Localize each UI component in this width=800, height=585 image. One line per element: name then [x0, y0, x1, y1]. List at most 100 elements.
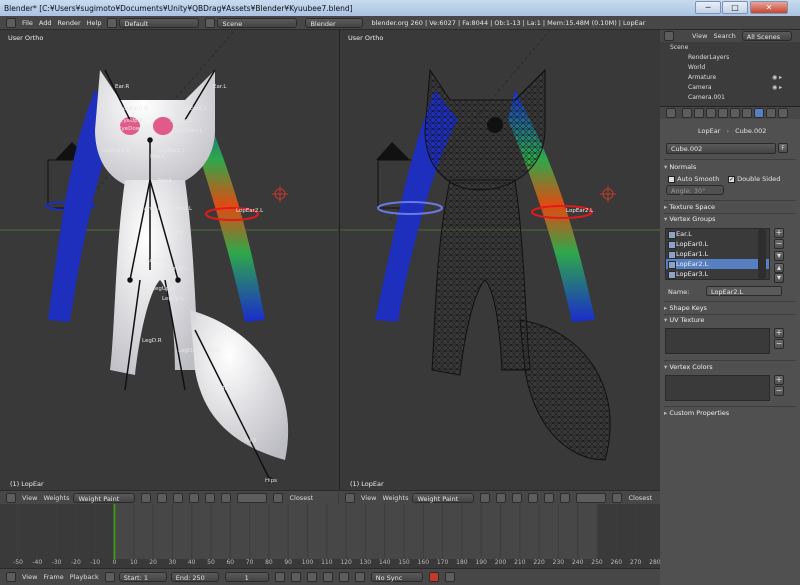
outliner[interactable]: View Search All Scenes Scene RenderLayer…	[660, 30, 800, 107]
object-tab-icon[interactable]	[718, 108, 728, 118]
vertex-group-list[interactable]: Ear.L LopEar0.L LopEar1.L LopEar2.L LopE…	[665, 228, 770, 280]
record-icon[interactable]	[428, 572, 439, 582]
panel-uv-texture-header[interactable]: UV Texture	[664, 316, 704, 324]
panel-texture-space-header[interactable]: Texture Space	[664, 203, 715, 211]
fake-user-button[interactable]: F	[778, 143, 788, 153]
scale-icon[interactable]	[560, 492, 571, 503]
remove-uv-texture-button[interactable]: −	[774, 339, 784, 349]
jump-start-icon[interactable]	[274, 572, 285, 582]
outliner-item-camera001[interactable]: Camera.001	[688, 94, 725, 101]
vertex-colors-list[interactable]	[665, 375, 770, 401]
viewport-left[interactable]: Ear.R Ear.L LopEar0.R LopEar0.L EyeUp.R EyeUp…	[0, 30, 338, 490]
outliner-item-renderlayers[interactable]: RenderLayers	[688, 54, 729, 61]
add-vertex-group-button[interactable]: +	[774, 228, 784, 238]
editor-type-icon[interactable]	[666, 108, 676, 118]
angle-field[interactable]: Angle: 30°	[666, 185, 724, 195]
panel-custom-properties-header[interactable]: Custom Properties	[664, 409, 729, 417]
outliner-filter-select[interactable]: All Scenes	[741, 31, 792, 41]
snap-select[interactable]: Closest	[628, 494, 652, 502]
current-frame-field[interactable]: 1	[224, 572, 269, 582]
outliner-item-camera[interactable]: Camera	[688, 84, 712, 91]
auto-smooth-checkbox[interactable]: Auto Smooth	[668, 175, 719, 183]
mesh-name-field[interactable]: Cube.002	[666, 143, 776, 154]
modifiers-tab-icon[interactable]	[742, 108, 752, 118]
add-vertex-color-button[interactable]: +	[774, 375, 784, 385]
menu-frame[interactable]: Frame	[43, 573, 63, 581]
remove-vertex-group-button[interactable]: −	[774, 239, 784, 249]
minimize-button[interactable]: ─	[695, 1, 721, 14]
vertex-group-specials-icon[interactable]: ▾	[774, 251, 784, 261]
scene-select[interactable]: Scene	[217, 17, 298, 28]
jump-key-back-icon[interactable]	[290, 572, 301, 582]
layers-icon[interactable]	[237, 492, 268, 503]
outliner-item-scene[interactable]: Scene	[670, 44, 688, 51]
menu-weights[interactable]: Weights	[43, 494, 69, 502]
menu-search[interactable]: Search	[713, 32, 735, 40]
play-icon[interactable]	[322, 572, 333, 582]
play-reverse-icon[interactable]	[306, 572, 317, 582]
keying-set-icon[interactable]	[444, 572, 455, 582]
menu-view[interactable]: View	[361, 494, 376, 502]
add-uv-texture-button[interactable]: +	[774, 328, 784, 338]
menu-add[interactable]: Add	[39, 19, 52, 27]
remove-vertex-color-button[interactable]: −	[774, 386, 784, 396]
vertex-group-item[interactable]: Ear.L	[666, 229, 769, 239]
menu-weights[interactable]: Weights	[382, 494, 408, 502]
editor-type-icon[interactable]	[6, 17, 16, 28]
vertex-group-item[interactable]: LopEar1.L	[666, 249, 769, 259]
constraints-tab-icon[interactable]	[730, 108, 740, 118]
menu-view[interactable]: View	[692, 32, 707, 40]
visibility-eye-icon[interactable]: ◉ ▸	[772, 74, 782, 81]
material-tab-icon[interactable]	[766, 108, 776, 118]
menu-file[interactable]: File	[22, 19, 33, 27]
preview-range-icon[interactable]	[104, 572, 115, 582]
scene-icon[interactable]	[205, 17, 216, 28]
menu-view[interactable]: View	[22, 573, 37, 581]
pivot-icon[interactable]	[496, 492, 507, 503]
texture-tab-icon[interactable]	[778, 108, 788, 118]
rotate-icon[interactable]	[205, 492, 216, 503]
manipulator-icon[interactable]	[173, 492, 184, 503]
scale-icon[interactable]	[221, 492, 232, 503]
manipulator-icon[interactable]	[512, 492, 523, 503]
visibility-eye-icon[interactable]: ◉ ▸	[772, 84, 782, 91]
move-down-icon[interactable]: ▾	[774, 273, 784, 283]
vertex-group-item[interactable]: LopEar0.L	[666, 239, 769, 249]
layout-icon[interactable]	[107, 17, 118, 28]
scene-tab-icon[interactable]	[694, 108, 704, 118]
vertex-group-name-field[interactable]: LopEar2.L	[706, 286, 782, 296]
shading-icon[interactable]	[480, 492, 491, 503]
vertex-group-item[interactable]: LopEar3.L	[666, 269, 769, 279]
maximize-button[interactable]: □	[722, 1, 748, 14]
menu-render[interactable]: Render	[57, 19, 80, 27]
end-frame-field[interactable]: End: 250	[170, 572, 219, 582]
rotate-icon[interactable]	[544, 492, 555, 503]
vertex-group-item-selected[interactable]: LopEar2.L	[666, 259, 769, 269]
jump-end-icon[interactable]	[354, 572, 365, 582]
snap-icon[interactable]	[273, 492, 284, 503]
menu-view[interactable]: View	[22, 494, 37, 502]
viewport-right[interactable]: LopEar2.L User Ortho (1) LopEar	[339, 30, 660, 490]
mode-select[interactable]: Weight Paint	[412, 492, 475, 503]
sync-select[interactable]: No Sync	[370, 572, 423, 582]
panel-vertex-groups-header[interactable]: Vertex Groups	[664, 215, 715, 223]
panel-vertex-colors-header[interactable]: Vertex Colors	[664, 363, 712, 371]
snap-icon[interactable]	[612, 492, 623, 503]
render-engine-select[interactable]: Blender Render	[305, 17, 364, 38]
editor-type-icon[interactable]	[345, 492, 355, 503]
layout-select[interactable]: Default	[119, 17, 200, 28]
render-tab-icon[interactable]	[682, 108, 692, 118]
close-button[interactable]: ✕	[750, 1, 788, 14]
double-sided-checkbox[interactable]: ✓ Double Sided	[728, 175, 780, 183]
menu-playback[interactable]: Playback	[70, 573, 99, 581]
list-scrollbar[interactable]	[758, 229, 766, 279]
editor-type-icon[interactable]	[6, 572, 16, 582]
timeline-area[interactable]	[0, 504, 660, 559]
outliner-item-armature[interactable]: Armature	[688, 74, 716, 81]
panel-shape-keys-header[interactable]: Shape Keys	[664, 304, 707, 312]
pivot-icon[interactable]	[157, 492, 168, 503]
snap-select[interactable]: Closest	[289, 494, 313, 502]
translate-icon[interactable]	[189, 492, 200, 503]
menu-help[interactable]: Help	[87, 19, 102, 27]
layers-icon[interactable]	[576, 492, 607, 503]
